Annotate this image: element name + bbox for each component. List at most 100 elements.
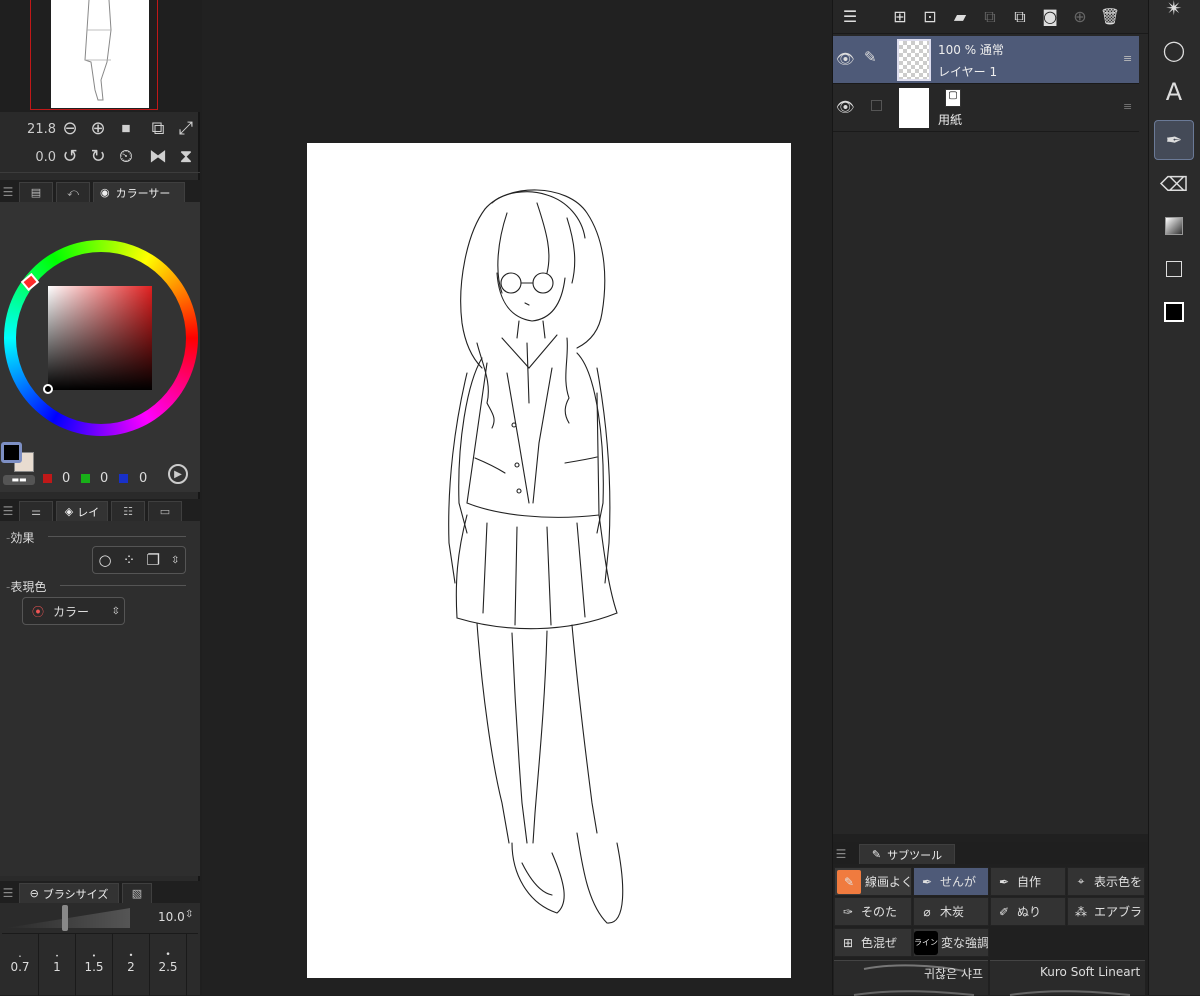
tab-layer-search[interactable]: ☷ bbox=[111, 501, 145, 521]
brush-preview[interactable]: 귀찮은 샤프 bbox=[834, 960, 988, 996]
subtool-item[interactable]: ✐ ぬり bbox=[990, 897, 1066, 926]
transfer-down-icon[interactable]: ⧉ bbox=[975, 2, 1005, 32]
main-color-swatch[interactable] bbox=[1, 442, 22, 463]
drag-handle-icon[interactable]: ≡ bbox=[1123, 100, 1132, 113]
pen-icon: ✒ bbox=[998, 874, 1010, 889]
divider bbox=[48, 536, 186, 537]
tab-brush-size[interactable]: ⊖ ブラシサイズ bbox=[19, 883, 119, 903]
layer-name[interactable]: レイヤー 1 bbox=[938, 63, 997, 80]
brush-size-value[interactable]: 10.0 bbox=[158, 910, 185, 924]
stepper-icon[interactable]: ⇳ bbox=[171, 555, 179, 566]
zoom-out-icon[interactable]: ⊖ bbox=[58, 117, 82, 141]
red-value: 0 bbox=[62, 471, 71, 486]
combine-down-icon[interactable]: ⧉ bbox=[1005, 2, 1035, 32]
frame-icon: ▭ bbox=[159, 505, 171, 518]
drawing-canvas[interactable] bbox=[307, 143, 791, 978]
tab-tool-property[interactable]: ⚌ bbox=[19, 501, 53, 521]
subtool-label: せんが bbox=[940, 875, 977, 889]
zoom-in-icon[interactable]: ⊕ bbox=[86, 117, 110, 141]
gradient-icon[interactable] bbox=[1154, 206, 1194, 246]
visibility-eye-icon[interactable]: 👁 bbox=[836, 50, 855, 68]
subtool-item[interactable]: ✑ そのた bbox=[834, 897, 912, 926]
panel-menu-icon[interactable]: ☰ bbox=[0, 182, 16, 202]
subtool-item[interactable]: ⌀ 木炭 bbox=[913, 897, 989, 926]
tab-navigator[interactable]: ▭ bbox=[148, 501, 182, 521]
rotate-right-icon[interactable]: ↻ bbox=[86, 145, 110, 169]
extract-line-icon[interactable]: ❐ bbox=[146, 551, 159, 569]
tab-color-circle[interactable]: ◉ カラーサー bbox=[93, 182, 185, 202]
brush-preset-label: 0.7 bbox=[10, 960, 30, 974]
stepper-icon[interactable]: ⇳ bbox=[112, 606, 120, 617]
actual-size-icon[interactable]: ⧉ bbox=[146, 117, 170, 141]
pen-tool-icon[interactable]: ✒ bbox=[1154, 120, 1194, 160]
panel-menu-icon[interactable]: ☰ bbox=[0, 883, 16, 903]
brush-preset[interactable]: • 2.5 bbox=[150, 934, 187, 996]
subtool-item[interactable]: ✒ せんが bbox=[913, 867, 989, 896]
subtool-label: 表示色を bbox=[1094, 875, 1143, 889]
new-raster-layer-icon[interactable]: ⊞ bbox=[885, 2, 915, 32]
eraser-icon[interactable]: ⌫ bbox=[1154, 164, 1194, 204]
tab-layer-property[interactable]: ◈ レイ bbox=[56, 501, 108, 521]
navigator-thumbnail bbox=[51, 0, 149, 108]
lasso-icon[interactable]: ◯ bbox=[1154, 30, 1194, 70]
play-icon[interactable]: ▶ bbox=[168, 464, 188, 484]
brush-preview[interactable]: Kuro Soft Lineart bbox=[990, 960, 1145, 996]
tab-color-history[interactable]: ⤺ bbox=[56, 182, 90, 202]
subtool-item[interactable]: ⌖ 表示色を bbox=[1067, 867, 1145, 896]
transparent-color-icon[interactable]: ▬▬ bbox=[3, 475, 35, 485]
fit-window-icon[interactable]: ⤢ bbox=[174, 117, 198, 141]
panel-menu-icon[interactable]: ☰ bbox=[833, 844, 849, 864]
slider-handle[interactable] bbox=[62, 905, 68, 931]
tab-brush-other[interactable]: ▧ bbox=[122, 883, 152, 903]
layer-row-paper[interactable]: 👁 ▢ 用紙 ≡ bbox=[833, 84, 1139, 132]
brush-preset[interactable]: • 2 bbox=[113, 934, 150, 996]
fit-screen-icon[interactable]: ⏹ bbox=[114, 117, 138, 141]
tab-subtool[interactable]: ✎ サブツール bbox=[859, 844, 955, 864]
green-channel-icon bbox=[81, 474, 90, 483]
layer-row-layer1[interactable]: 👁 ✎ 100 % 通常 レイヤー 1 ≡ bbox=[833, 36, 1139, 84]
saturation-value-square[interactable] bbox=[43, 286, 152, 394]
effect-selector[interactable]: ○ ⁘ ❐ ⇳ bbox=[92, 546, 186, 574]
tone-effect-icon[interactable]: ⁘ bbox=[123, 551, 136, 569]
border-effect-icon[interactable]: ○ bbox=[99, 551, 112, 569]
lock-checkbox[interactable] bbox=[871, 100, 882, 111]
charcoal-icon: ⌀ bbox=[923, 904, 931, 919]
auto-select-icon[interactable]: ✴ bbox=[1154, 0, 1194, 28]
expression-color-select[interactable]: ⦿ カラー ⇳ bbox=[22, 597, 125, 625]
flip-vertical-icon[interactable]: ⧗ bbox=[174, 145, 198, 169]
panel-menu-icon[interactable]: ☰ bbox=[0, 501, 16, 521]
editing-pen-icon[interactable]: ✎ bbox=[864, 48, 877, 66]
layer-name[interactable]: 用紙 bbox=[938, 111, 962, 128]
effect-label: -効果 bbox=[6, 531, 35, 545]
new-folder-icon[interactable]: ▰ bbox=[945, 2, 975, 32]
delete-layer-icon[interactable]: 🗑 bbox=[1095, 2, 1125, 32]
layer-mask-icon[interactable]: ◙ bbox=[1035, 2, 1065, 32]
flip-horizontal-icon[interactable]: ⧓ bbox=[146, 145, 170, 169]
green-value: 0 bbox=[100, 471, 109, 486]
reset-rotation-icon[interactable]: ⏲ bbox=[114, 145, 138, 169]
visibility-eye-icon[interactable]: 👁 bbox=[836, 98, 855, 116]
layer-menu-icon[interactable]: ☰ bbox=[835, 2, 865, 32]
figure-tool-icon[interactable] bbox=[1154, 249, 1194, 289]
brush-preset[interactable]: • 1 bbox=[39, 934, 76, 996]
rotate-left-icon[interactable]: ↺ bbox=[58, 145, 82, 169]
tab-color-set[interactable]: ▤ bbox=[19, 182, 53, 202]
current-color-icon[interactable] bbox=[1154, 292, 1194, 332]
divider bbox=[60, 585, 186, 586]
subtool-item[interactable]: ライン 変な強調 bbox=[913, 928, 989, 957]
layers-icon: ◈ bbox=[64, 505, 74, 518]
text-tool-icon[interactable]: A bbox=[1154, 72, 1194, 112]
sv-picker-marker[interactable] bbox=[43, 384, 53, 394]
subtool-item[interactable]: ⊞ 色混ぜ bbox=[834, 928, 912, 957]
brush-preset[interactable]: • 0.7 bbox=[2, 934, 39, 996]
brush-preset[interactable]: • 1.5 bbox=[76, 934, 113, 996]
stepper-icon[interactable]: ⇳ bbox=[185, 909, 193, 920]
subtool-item[interactable]: ✒ 自作 bbox=[990, 867, 1066, 896]
navigator-preview[interactable] bbox=[0, 0, 200, 112]
subtool-item[interactable]: ✎ 線画よく bbox=[834, 867, 912, 896]
line-brush-icon: ライン bbox=[914, 930, 938, 955]
apply-mask-icon[interactable]: ⊕ bbox=[1065, 2, 1095, 32]
subtool-item[interactable]: ⁂ エアブラ bbox=[1067, 897, 1145, 926]
new-vector-layer-icon[interactable]: ⊡ bbox=[915, 2, 945, 32]
drag-handle-icon[interactable]: ≡ bbox=[1123, 52, 1132, 65]
